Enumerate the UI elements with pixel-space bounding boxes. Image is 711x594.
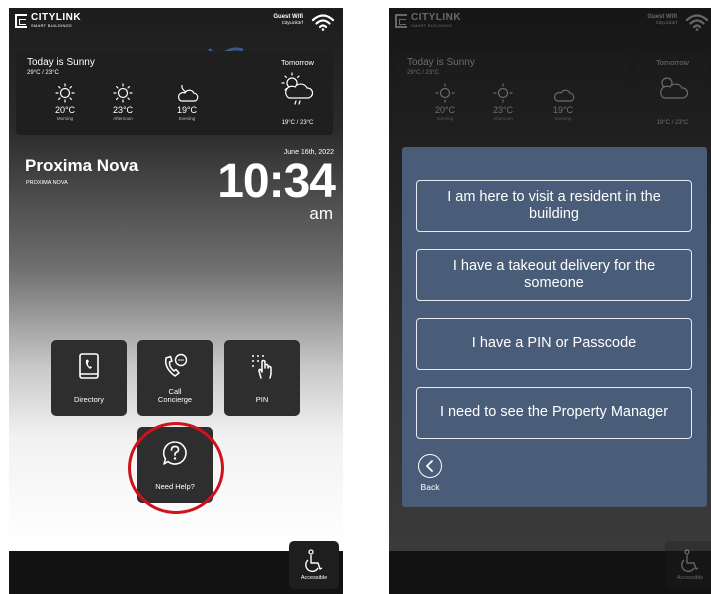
morning-label: Morning <box>56 116 74 121</box>
morning-forecast: 20°C Morning <box>40 83 90 121</box>
kiosk-help-screen: CITYLINK SMART BUILDINGS Guest Wifi City… <box>389 8 711 594</box>
citylink-logo-mark <box>15 13 27 28</box>
brand-subtitle: SMART BUILDINGS <box>411 23 453 28</box>
afternoon-temp: 23°C <box>492 105 514 115</box>
guest-wifi-info: Guest Wifi CityLink3rf <box>647 14 677 26</box>
cloud-moon-icon <box>177 84 199 102</box>
citylink-logo-mark <box>395 13 407 28</box>
brand-name: CITYLINK <box>31 12 82 23</box>
morning-temp: 20°C <box>434 105 456 115</box>
afternoon-label: Afternoon <box>493 116 513 121</box>
back-circle <box>418 454 442 478</box>
evening-forecast: 19°C Evening <box>162 83 212 121</box>
afternoon-forecast: 23°C Afternoon <box>478 83 528 121</box>
cloud-moon-icon <box>553 89 575 102</box>
accessible-button[interactable]: Accessible <box>665 541 711 589</box>
wifi-network: CityLink3rf <box>655 19 677 25</box>
today-weather-card: Today is Sunny 29°C / 23°C 20°C Morning … <box>396 51 629 135</box>
wifi-icon <box>311 14 335 31</box>
sun-icon <box>55 83 75 103</box>
tomorrow-title: Tomorrow <box>656 58 689 67</box>
afternoon-temp: 23°C <box>112 105 134 115</box>
tomorrow-range: 19°C / 23°C <box>656 120 689 126</box>
help-options-dialog: I am here to visit a resident in the bui… <box>402 147 707 507</box>
evening-temp: 19°C <box>552 105 574 115</box>
sun-icon <box>493 83 513 103</box>
citylink-logo: CITYLINK SMART BUILDINGS <box>15 13 81 28</box>
morning-forecast: 20°C Morning <box>420 83 470 121</box>
sun-cloud-rain-icon <box>660 77 689 99</box>
back-label: Back <box>420 482 440 492</box>
top-bar: CITYLINK SMART BUILDINGS Guest Wifi City… <box>389 8 711 38</box>
top-bar: CITYLINK SMART BUILDINGS Guest Wifi City… <box>9 8 343 38</box>
property-manager-option[interactable]: I need to see the Property Manager <box>416 387 692 439</box>
phone-chat-icon <box>164 353 188 377</box>
brand-subtitle: SMART BUILDINGS <box>31 23 73 28</box>
afternoon-label: Afternoon <box>113 116 133 121</box>
today-range: 29°C / 23°C <box>27 70 59 76</box>
citylink-logo: CITYLINK SMART BUILDINGS <box>395 13 461 28</box>
sun-icon <box>113 83 133 103</box>
evening-label: Evening <box>178 116 196 121</box>
wifi-icon <box>685 14 709 31</box>
accessible-label: Accessible <box>676 575 704 581</box>
wifi-network: CityLink3rf <box>281 19 303 25</box>
chevron-left-icon <box>426 460 433 472</box>
pin-label: PIN <box>255 395 269 405</box>
directory-label: Directory <box>73 395 104 405</box>
pin-passcode-option[interactable]: I have a PIN or Passcode <box>416 318 692 370</box>
sun-cloud-rain-icon <box>281 72 314 105</box>
accessible-label: Accessible <box>300 575 328 581</box>
evening-label: Evening <box>554 116 572 121</box>
tomorrow-weather-card: Tomorrow 19°C / 23°C <box>262 51 333 135</box>
wheelchair-icon <box>681 549 699 573</box>
sun-icon <box>435 83 455 103</box>
directory-button[interactable]: Directory <box>51 340 127 416</box>
pin-button[interactable]: PIN <box>224 340 300 416</box>
keypad-touch-icon <box>252 355 272 379</box>
today-weather-card: Today is Sunny 29°C / 23°C 20°C Morning … <box>16 51 279 135</box>
today-title: Today is Sunny <box>407 57 475 68</box>
building-name: Proxima Nova <box>25 156 139 175</box>
kiosk-home-screen: CITYLINK SMART BUILDINGS Guest Wifi City… <box>9 8 343 594</box>
back-button[interactable]: Back <box>415 454 445 492</box>
morning-label: Morning <box>436 116 454 121</box>
building-subtitle: PROXIMA NOVA <box>26 180 68 186</box>
today-range: 29°C / 23°C <box>407 70 439 76</box>
brand-name: CITYLINK <box>411 12 462 23</box>
wheelchair-icon <box>305 549 323 573</box>
accessible-button[interactable]: Accessible <box>289 541 339 589</box>
address-book-icon <box>79 353 99 379</box>
tomorrow-title: Tomorrow <box>281 58 314 67</box>
bottom-bar <box>389 551 711 594</box>
afternoon-forecast: 23°C Afternoon <box>98 83 148 121</box>
time-ampm: am <box>309 204 333 223</box>
morning-temp: 20°C <box>54 105 76 115</box>
tomorrow-weather-card: Tomorrow 19°C / 23°C <box>637 51 708 135</box>
guest-wifi-info: Guest Wifi CityLink3rf <box>273 14 303 26</box>
evening-temp: 19°C <box>176 105 198 115</box>
highlight-circle <box>128 422 224 514</box>
evening-forecast: 19°C Evening <box>538 83 588 121</box>
call-concierge-label: Call Concierge <box>157 386 193 405</box>
tomorrow-range: 19°C / 23°C <box>281 120 314 126</box>
today-title: Today is Sunny <box>27 57 95 68</box>
visit-resident-option[interactable]: I am here to visit a resident in the bui… <box>416 180 692 232</box>
current-time: 10:34 <box>217 155 336 208</box>
takeout-delivery-option[interactable]: I have a takeout delivery for the someon… <box>416 249 692 301</box>
call-concierge-button[interactable]: Call Concierge <box>137 340 213 416</box>
